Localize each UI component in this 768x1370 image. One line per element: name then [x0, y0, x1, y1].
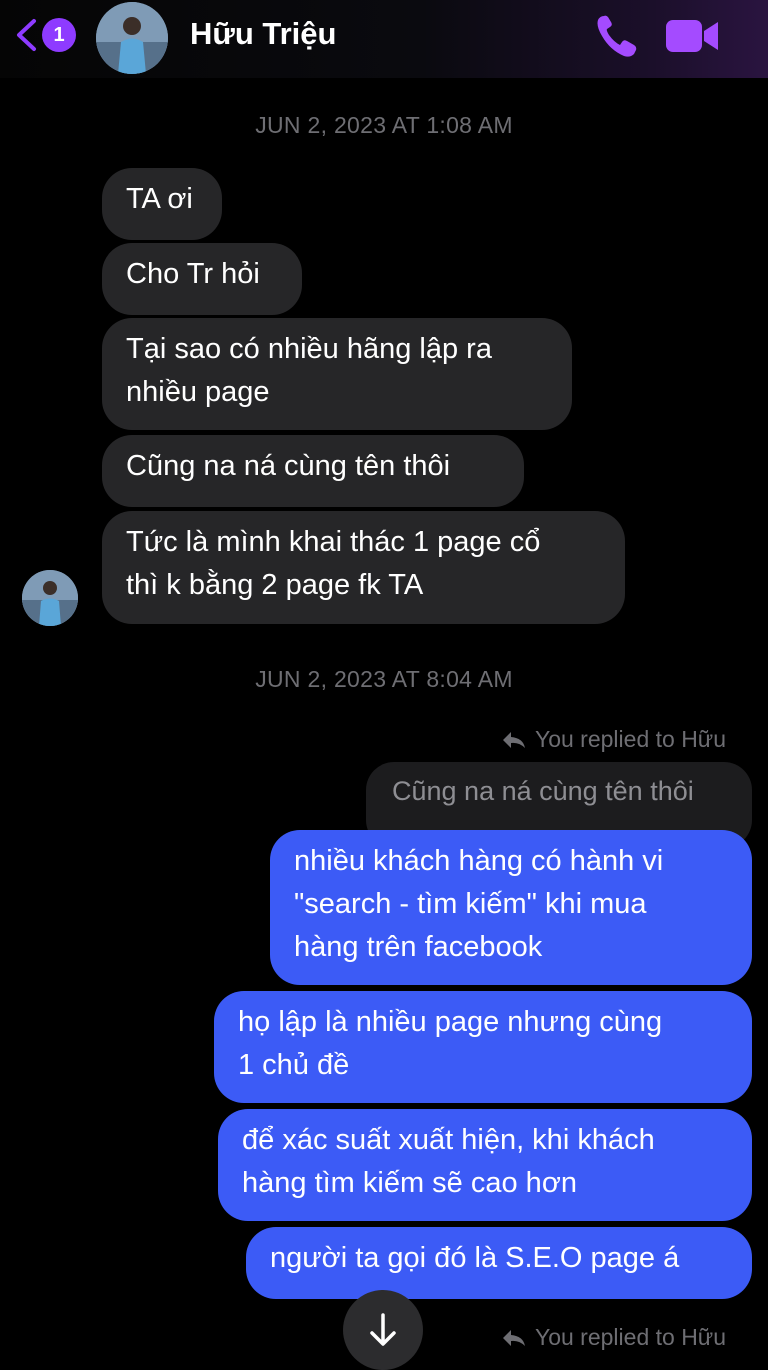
- chat-header: 1 Hữu Triệu: [0, 0, 768, 78]
- outgoing-message[interactable]: để xác suất xuất hiện, khi khách hàng tì…: [218, 1109, 752, 1221]
- person-avatar-icon: [22, 570, 78, 626]
- phone-call-button[interactable]: [592, 12, 640, 60]
- outgoing-message[interactable]: họ lập là nhiều page nhưng cùng 1 chủ đề: [214, 991, 752, 1103]
- back-button[interactable]: 1: [14, 18, 84, 52]
- unread-badge: 1: [42, 18, 76, 52]
- incoming-message[interactable]: Tức là mình khai thác 1 page cổ thì k bằ…: [102, 511, 625, 624]
- incoming-message[interactable]: Cũng na ná cùng tên thôi: [102, 435, 524, 507]
- outgoing-message[interactable]: người ta gọi đó là S.E.O page á: [246, 1227, 752, 1299]
- reply-context-text: You replied to Hữu: [534, 1324, 726, 1350]
- reply-arrow-icon: [502, 1329, 525, 1346]
- incoming-message[interactable]: TA ơi: [102, 168, 222, 240]
- reply-context-text: You replied to Hữu: [534, 726, 726, 752]
- arrow-down-icon: [370, 1313, 396, 1346]
- chevron-left-icon: [17, 19, 36, 51]
- reply-arrow-icon: [502, 731, 525, 748]
- phone-icon: [597, 15, 637, 57]
- message-timestamp: JUN 2, 2023 AT 8:04 AM: [255, 666, 513, 692]
- sender-avatar: [22, 570, 78, 626]
- video-call-button[interactable]: [664, 14, 720, 58]
- scroll-to-bottom-button[interactable]: [343, 1290, 423, 1370]
- reply-context-label: You replied to Hữu: [501, 1324, 726, 1351]
- person-avatar-icon: [96, 2, 168, 74]
- message-timestamp: JUN 2, 2023 AT 1:08 AM: [255, 112, 513, 138]
- contact-avatar[interactable]: [96, 2, 168, 74]
- video-camera-icon: [666, 20, 718, 52]
- incoming-message[interactable]: Tại sao có nhiều hãng lập ra nhiều page: [102, 318, 572, 430]
- contact-name[interactable]: Hữu Triệu: [190, 16, 336, 52]
- outgoing-message[interactable]: nhiều khách hàng có hành vi "search - tì…: [270, 830, 752, 985]
- incoming-message[interactable]: Cho Tr hỏi: [102, 243, 302, 315]
- reply-context-label: You replied to Hữu: [501, 726, 726, 753]
